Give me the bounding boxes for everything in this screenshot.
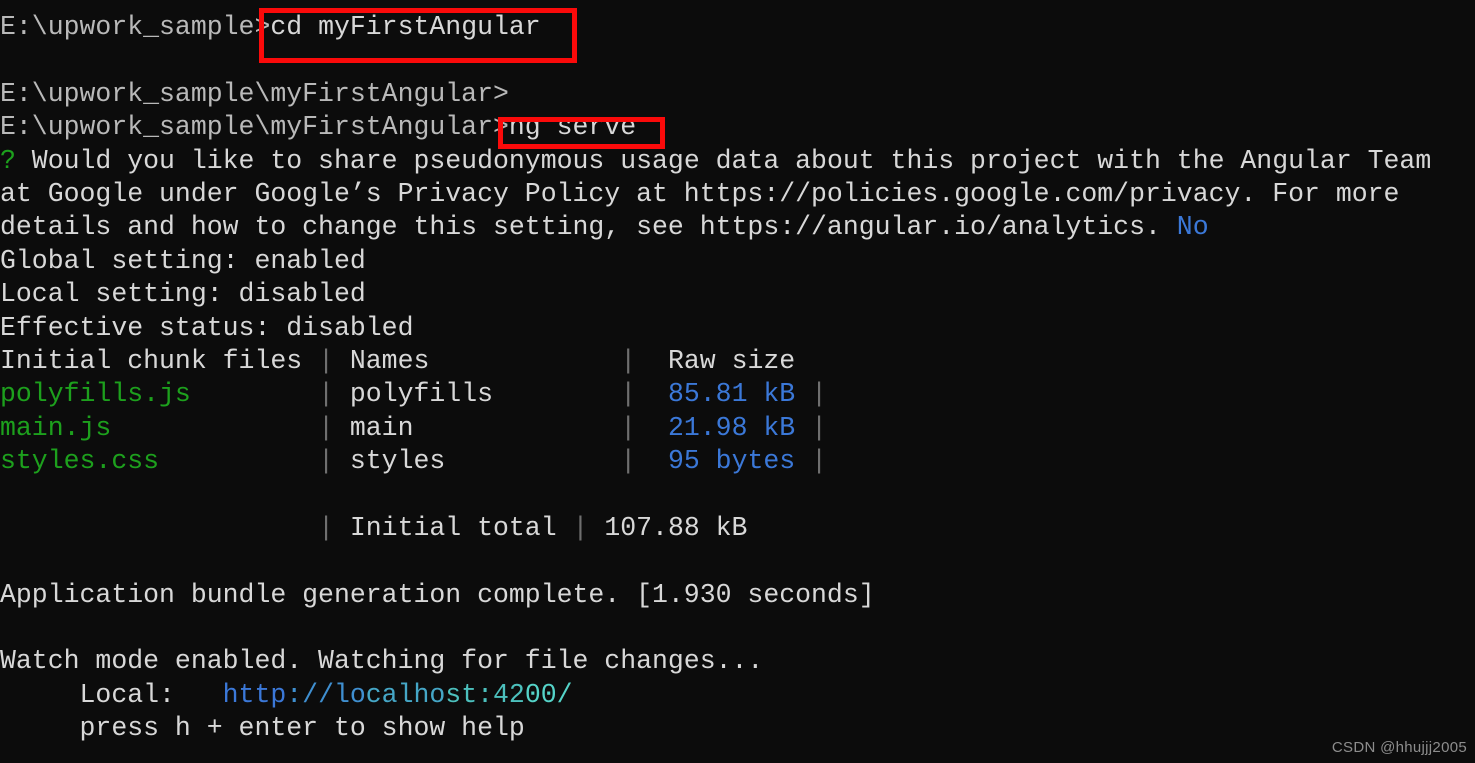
build-row-pipe-1: | <box>318 412 334 443</box>
build-row-pad-3 <box>414 413 621 443</box>
build-table-pipe-2: | <box>620 345 637 376</box>
csdn-watermark: CSDN @hhujjj2005 <box>1331 739 1467 756</box>
build-row-pad-4 <box>636 446 668 476</box>
analytics-question-text-2: at Google under Google’s Privacy Policy … <box>0 178 1400 209</box>
terminal-output-area: E:\upwork_sample>cd myFirstAngular E:\up… <box>0 11 1475 746</box>
terminal-line-prompt-cd: E:\upwork_sample>cd myFirstAngular <box>0 11 1475 44</box>
local-url-part-3[interactable]: calho <box>366 680 446 710</box>
build-table-row: polyfills.js | polyfills | 85.81 kB | <box>0 378 1475 411</box>
local-url-line: Local: http://localhost:4200/ <box>0 679 1475 712</box>
local-url-part-4[interactable]: st:42 <box>445 680 525 710</box>
local-url-part-2[interactable]: ://lo <box>286 680 366 710</box>
prompt-path-3: E:\upwork_sample\myFirstAngular> <box>0 112 509 143</box>
build-row-pad-1 <box>191 379 318 409</box>
local-url-part-1[interactable]: http <box>223 680 287 710</box>
build-row-pad-2 <box>334 379 350 409</box>
build-row-pipe-2: | <box>620 446 637 477</box>
analytics-question-text-3: details and how to change this setting, … <box>0 212 1177 243</box>
analytics-answer: No <box>1176 212 1209 243</box>
prompt-path-2: E:\upwork_sample\myFirstAngular> <box>0 78 509 109</box>
build-table-pad-4 <box>636 346 668 376</box>
help-hint-text: press h + enter to show help <box>0 713 525 744</box>
build-row-pipe-3: | <box>811 379 828 410</box>
total-size: 107.88 kB <box>604 512 748 543</box>
build-row-pad-1 <box>111 413 318 443</box>
analytics-effective-status: Effective status: disabled <box>0 312 1475 345</box>
build-row-size: 85.81 kB <box>667 379 796 410</box>
build-row-pad-3 <box>493 379 620 409</box>
terminal-line-blank-2 <box>0 545 1475 578</box>
analytics-local-setting-text: Local setting: disabled <box>0 279 366 310</box>
total-pipe-1: | <box>318 512 334 543</box>
build-table-total-row: | Initial total | 107.88 kB <box>0 512 1475 545</box>
terminal-window[interactable]: E:\upwork_sample>cd myFirstAngular E:\up… <box>0 0 1475 763</box>
build-row-name: styles <box>349 446 446 477</box>
watch-mode-line: Watch mode enabled. Watching for file ch… <box>0 645 1475 678</box>
build-row-pipe-3: | <box>811 412 827 443</box>
total-pad-4 <box>588 513 604 543</box>
build-table-pipe-1: | <box>318 345 334 376</box>
analytics-local-setting: Local setting: disabled <box>0 278 1475 311</box>
analytics-effective-status-text: Effective status: disabled <box>0 312 414 343</box>
build-row-pipe-1: | <box>318 379 334 410</box>
analytics-global-setting-text: Global setting: enabled <box>0 245 366 276</box>
build-row-pad-2 <box>334 413 350 443</box>
terminal-line-prompt-ngserve: E:\upwork_sample\myFirstAngular>ng serve <box>0 111 1475 144</box>
prompt-path-1: E:\upwork_sample> <box>0 12 271 42</box>
build-row-name: main <box>349 412 414 443</box>
watch-mode-text: Watch mode enabled. Watching for file ch… <box>0 646 764 677</box>
local-label: Local: <box>0 679 223 710</box>
build-table-row: main.js | main | 21.98 kB | <box>0 412 1475 445</box>
build-table-pad-2 <box>334 346 350 376</box>
build-table-pad-3 <box>429 346 620 376</box>
local-url-part-5[interactable]: 00/ <box>525 680 573 710</box>
build-row-pipe-3: | <box>811 446 827 477</box>
analytics-question-line-1: ? Would you like to share pseudonymous u… <box>0 145 1475 178</box>
total-pad-3 <box>557 513 573 543</box>
build-row-file: polyfills.js <box>0 379 191 410</box>
build-row-size: 21.98 kB <box>667 412 796 443</box>
total-pad-2 <box>334 513 350 543</box>
build-row-file: styles.css <box>0 446 160 477</box>
total-label: Initial total <box>349 512 557 543</box>
question-mark-icon: ? <box>0 145 16 176</box>
analytics-global-setting: Global setting: enabled <box>0 245 1475 278</box>
terminal-line-prompt-bare: E:\upwork_sample\myFirstAngular> <box>0 78 1475 111</box>
build-row-pad-4 <box>636 379 668 409</box>
analytics-question-line-2: at Google under Google’s Privacy Policy … <box>0 178 1475 211</box>
build-table-header-col1: Initial chunk files <box>0 345 303 376</box>
command-cd: cd myFirstAngular <box>270 12 541 42</box>
command-ng-serve: ng serve <box>508 112 637 143</box>
build-row-pipe-1: | <box>318 446 334 477</box>
build-complete-text: Application bundle generation complete. … <box>0 579 875 610</box>
help-hint-line: press h + enter to show help <box>0 712 1475 745</box>
build-table-pad-1 <box>302 346 318 376</box>
build-table-header-col2: Names <box>349 345 430 376</box>
build-row-pad-3 <box>445 446 620 476</box>
build-row-pipe-2: | <box>620 379 637 410</box>
build-table-row: styles.css | styles | 95 bytes | <box>0 445 1475 478</box>
build-table-header-row: Initial chunk files | Names | Raw size <box>0 345 1475 378</box>
analytics-question-text-1: Would you like to share pseudonymous usa… <box>15 145 1432 176</box>
terminal-line-blank-3 <box>0 612 1475 645</box>
build-row-pad-1 <box>159 446 318 476</box>
build-row-pad-2 <box>334 446 350 476</box>
build-row-pad-5 <box>795 446 811 476</box>
total-pipe-2: | <box>572 512 589 543</box>
build-row-pad-5 <box>795 413 811 443</box>
build-row-pad-4 <box>636 413 668 443</box>
analytics-question-line-3: details and how to change this setting, … <box>0 211 1475 244</box>
build-row-name: polyfills <box>349 379 494 410</box>
total-pad-1 <box>0 513 318 543</box>
build-row-pad-5 <box>795 379 811 409</box>
terminal-line-blank-1 <box>0 44 1475 77</box>
build-table-blank <box>0 478 1475 511</box>
build-row-size: 95 bytes <box>667 446 796 477</box>
build-complete-line: Application bundle generation complete. … <box>0 579 1475 612</box>
build-row-pipe-2: | <box>620 412 637 443</box>
build-table-header-col3: Raw size <box>667 345 796 376</box>
build-row-file: main.js <box>0 412 112 443</box>
